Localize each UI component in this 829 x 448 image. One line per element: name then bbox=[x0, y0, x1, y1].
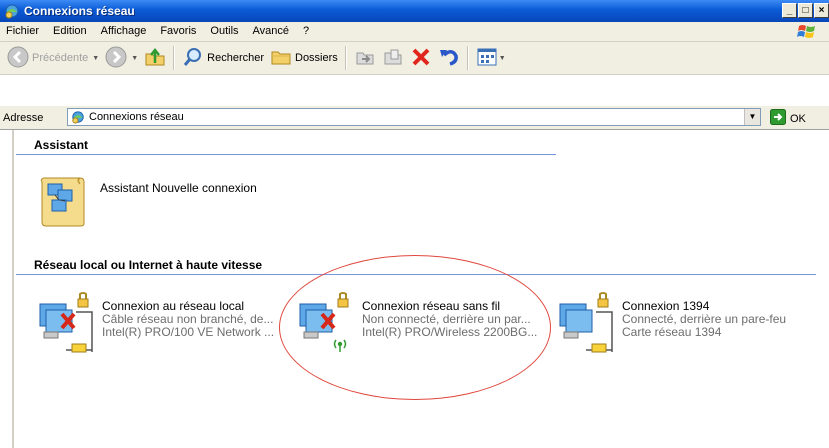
undo-button[interactable] bbox=[435, 44, 463, 72]
menu-outils[interactable]: Outils bbox=[203, 22, 245, 41]
item-local-area-connection[interactable]: Connexion au réseau local Câble réseau n… bbox=[36, 292, 274, 359]
content-left-border bbox=[12, 130, 14, 448]
address-field[interactable]: Connexions réseau ▼ bbox=[67, 108, 761, 126]
toolbar-separator bbox=[466, 46, 469, 70]
toolbar-separator bbox=[344, 46, 347, 70]
wireless-connection-disconnected-icon bbox=[296, 292, 358, 359]
group-title-assistant: Assistant bbox=[34, 138, 89, 152]
address-bar: Adresse Connexions réseau ▼ OK bbox=[0, 106, 829, 130]
network-connections-icon bbox=[4, 3, 20, 19]
views-button[interactable]: ▼ bbox=[473, 44, 509, 72]
go-button[interactable]: OK bbox=[770, 109, 806, 128]
undo-arrow-icon bbox=[438, 46, 460, 71]
back-arrow-icon bbox=[7, 46, 29, 71]
title-bar: Connexions réseau _ □ × bbox=[0, 0, 829, 22]
up-folder-icon bbox=[144, 46, 166, 71]
network-connection-disconnected-icon bbox=[36, 292, 98, 359]
menu-fichier[interactable]: Fichier bbox=[0, 22, 46, 41]
delete-x-icon bbox=[410, 46, 432, 71]
toolbar: Précédente ▼ ▼ Rechercher Dossiers ▼ bbox=[0, 42, 829, 75]
item-device: Intel(R) PRO/Wireless 2200BG... bbox=[362, 325, 538, 339]
search-button[interactable]: Rechercher bbox=[179, 44, 267, 72]
back-button[interactable]: Précédente ▼ bbox=[4, 44, 102, 72]
chevron-down-icon[interactable]: ▼ bbox=[499, 55, 506, 62]
views-grid-icon bbox=[476, 46, 498, 71]
chevron-down-icon[interactable]: ▼ bbox=[92, 55, 99, 62]
address-dropdown-arrow-icon[interactable]: ▼ bbox=[744, 109, 760, 125]
menu-affichage[interactable]: Affichage bbox=[94, 22, 154, 41]
chevron-down-icon[interactable]: ▼ bbox=[131, 55, 138, 62]
up-folder-button[interactable] bbox=[141, 44, 169, 72]
menu-favoris[interactable]: Favoris bbox=[153, 22, 203, 41]
item-name: Assistant Nouvelle connexion bbox=[100, 181, 257, 195]
item-1394-connection[interactable]: Connexion 1394 Connecté, derrière un par… bbox=[556, 292, 786, 359]
menu-avance[interactable]: Avancé bbox=[246, 22, 297, 41]
copy-to-icon bbox=[382, 46, 404, 71]
wizard-icon bbox=[36, 174, 92, 233]
folder-icon bbox=[270, 46, 292, 71]
close-button[interactable]: × bbox=[814, 3, 829, 18]
maximize-button[interactable]: □ bbox=[798, 3, 813, 18]
toolbar-separator bbox=[173, 46, 176, 70]
address-label: Adresse bbox=[3, 111, 44, 124]
delete-button[interactable] bbox=[407, 44, 435, 72]
go-arrow-icon bbox=[770, 109, 786, 128]
network-connections-icon bbox=[71, 110, 85, 124]
address-value: Connexions réseau bbox=[89, 111, 184, 123]
menu-help[interactable]: ? bbox=[296, 22, 316, 41]
go-label: OK bbox=[790, 112, 806, 125]
copy-to-button[interactable] bbox=[379, 44, 407, 72]
search-label: Rechercher bbox=[207, 52, 264, 64]
minimize-button[interactable]: _ bbox=[782, 3, 797, 18]
back-label: Précédente bbox=[32, 52, 89, 64]
menu-edition[interactable]: Edition bbox=[46, 22, 94, 41]
item-device: Intel(R) PRO/100 VE Network ... bbox=[102, 325, 275, 339]
item-new-connection-wizard[interactable]: Assistant Nouvelle connexion bbox=[36, 174, 257, 233]
folders-button[interactable]: Dossiers bbox=[267, 44, 341, 72]
forward-arrow-icon bbox=[105, 46, 127, 71]
move-to-button[interactable] bbox=[351, 44, 379, 72]
windows-logo-icon bbox=[797, 23, 817, 43]
menu-bar: Fichier Edition Affichage Favoris Outils… bbox=[0, 22, 829, 42]
group-divider bbox=[16, 154, 556, 155]
group-divider bbox=[16, 274, 816, 275]
item-wireless-network-connection[interactable]: Connexion réseau sans fil Non connecté, … bbox=[296, 292, 537, 359]
item-device: Carte réseau 1394 bbox=[622, 325, 722, 339]
group-title-local-network: Réseau local ou Internet à haute vitesse bbox=[34, 258, 263, 272]
search-icon bbox=[182, 46, 204, 71]
window-title: Connexions réseau bbox=[24, 4, 135, 18]
forward-button[interactable]: ▼ bbox=[102, 44, 141, 72]
network-connection-connected-icon bbox=[556, 292, 618, 359]
move-to-icon bbox=[354, 46, 376, 71]
folders-label: Dossiers bbox=[295, 52, 338, 64]
